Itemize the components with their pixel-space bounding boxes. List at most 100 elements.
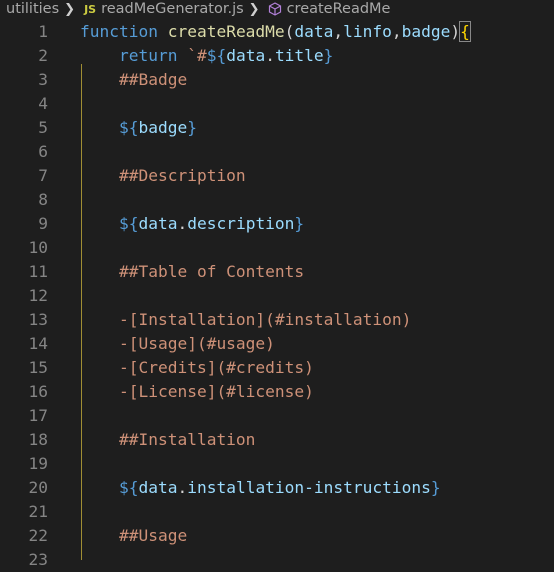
code-line[interactable]: 11 ##Table of Contents [0,260,554,284]
code-text: ##Installation [80,428,255,452]
code-token: ${ [118,478,139,497]
line-number: 21 [28,502,49,521]
code-line[interactable]: 5 ${badge} [0,116,554,140]
code-line[interactable]: 12 [0,284,554,308]
code-token: -[License](#license) [80,382,314,401]
code-token: . [177,478,188,497]
chevron-right-icon: ❯ [64,1,76,17]
code-line[interactable]: 13 -[Installation](#installation) [0,308,554,332]
line-number: 6 [38,142,48,161]
line-number: 3 [38,70,48,89]
code-token: installation-instructions [187,478,431,497]
line-number: 17 [28,406,49,425]
line-number: 1 [38,22,48,41]
code-line[interactable]: 7 ##Description [0,164,554,188]
code-line[interactable]: 14 -[Usage](#usage) [0,332,554,356]
code-line[interactable]: 10 [0,236,554,260]
code-token: badge [401,22,451,41]
code-line[interactable]: 4 [0,92,554,116]
code-token: -[Installation](#installation) [80,310,412,329]
code-line[interactable]: 1 function createReadMe(data,linfo,badge)… [0,20,554,44]
chevron-right-icon: ❯ [248,1,260,17]
line-number: 2 [38,46,48,65]
code-line[interactable]: 6 [0,140,554,164]
code-line[interactable]: 3 ##Badge [0,68,554,92]
line-number: 23 [28,550,49,569]
code-line[interactable]: 8 [0,188,554,212]
code-token: data [138,478,178,497]
code-token: ${ [118,214,139,233]
code-token: } [430,478,441,497]
code-token: ##Table of Contents [80,262,305,281]
javascript-file-icon: JS [84,2,97,16]
line-number: 4 [38,94,48,113]
breadcrumb-folder[interactable]: utilities [6,1,59,17]
code-text: ${data.description} [80,212,304,236]
code-text: -[Installation](#installation) [80,308,411,332]
code-line[interactable]: 17 [0,404,554,428]
code-token: linfo [343,22,392,41]
code-token: createReadMe [167,22,285,41]
code-text: ${data.installation-instructions} [80,476,441,500]
code-token: badge [138,118,188,137]
line-number: 9 [38,214,48,233]
code-line[interactable]: 16 -[License](#license) [0,380,554,404]
code-text: ##Usage [80,524,187,548]
code-editor[interactable]: 1 function createReadMe(data,linfo,badge)… [0,20,554,569]
line-number: 11 [28,262,49,281]
code-line[interactable]: 20 ${data.installation-instructions} [0,476,554,500]
code-line[interactable]: 18 ##Installation [0,428,554,452]
code-token: `# [187,46,207,65]
code-token: ( [284,22,295,41]
code-token: , [391,22,402,41]
code-text: ##Badge [80,68,187,92]
code-text: -[Credits](#credits) [80,356,314,380]
code-line[interactable]: 23 [0,548,554,572]
code-token: ##Installation [80,430,256,449]
breadcrumb-symbol[interactable]: createReadMe [287,1,391,17]
line-number: 22 [28,526,49,545]
code-token: { [459,21,471,42]
code-line[interactable]: 21 [0,500,554,524]
line-number: 5 [38,118,48,137]
line-number: 19 [28,454,49,473]
code-token: title [274,46,324,65]
breadcrumb: utilities ❯ JS readMeGenerator.js ❯ crea… [0,0,554,18]
code-text: -[License](#license) [80,380,314,404]
code-text: ##Description [80,164,246,188]
cube-function-icon [268,2,281,16]
line-number: 8 [38,190,48,209]
code-line[interactable]: 22 ##Usage [0,524,554,548]
code-text: ##Table of Contents [80,260,304,284]
code-line[interactable]: 15 -[Credits](#credits) [0,356,554,380]
code-token: ) [450,22,461,41]
code-token: ##Description [80,166,246,185]
line-number: 16 [28,382,49,401]
code-token: data [294,22,334,41]
code-text: return `#${data.title} [80,44,333,68]
code-token: ##Badge [80,70,188,89]
code-token: ##Usage [80,526,188,545]
breadcrumb-file[interactable]: readMeGenerator.js [101,1,244,17]
line-number: 14 [28,334,49,353]
code-token: . [177,214,188,233]
line-number: 10 [28,238,49,257]
code-token: description [187,214,295,233]
code-token: } [323,46,334,65]
code-text: function createReadMe(data,linfo,badge){ [80,20,471,44]
code-token: . [265,46,275,65]
code-token: data [138,214,178,233]
code-token: } [294,214,305,233]
code-token: } [187,118,197,137]
line-number: 7 [38,166,48,185]
code-line[interactable]: 9 ${data.description} [0,212,554,236]
code-line[interactable]: 19 [0,452,554,476]
code-token: function [80,22,168,41]
code-line[interactable]: 2 return `#${data.title} [0,44,554,68]
code-token: return [80,46,188,65]
line-number: 15 [28,358,49,377]
code-token: ${ [118,118,139,137]
line-number: 12 [28,286,49,305]
